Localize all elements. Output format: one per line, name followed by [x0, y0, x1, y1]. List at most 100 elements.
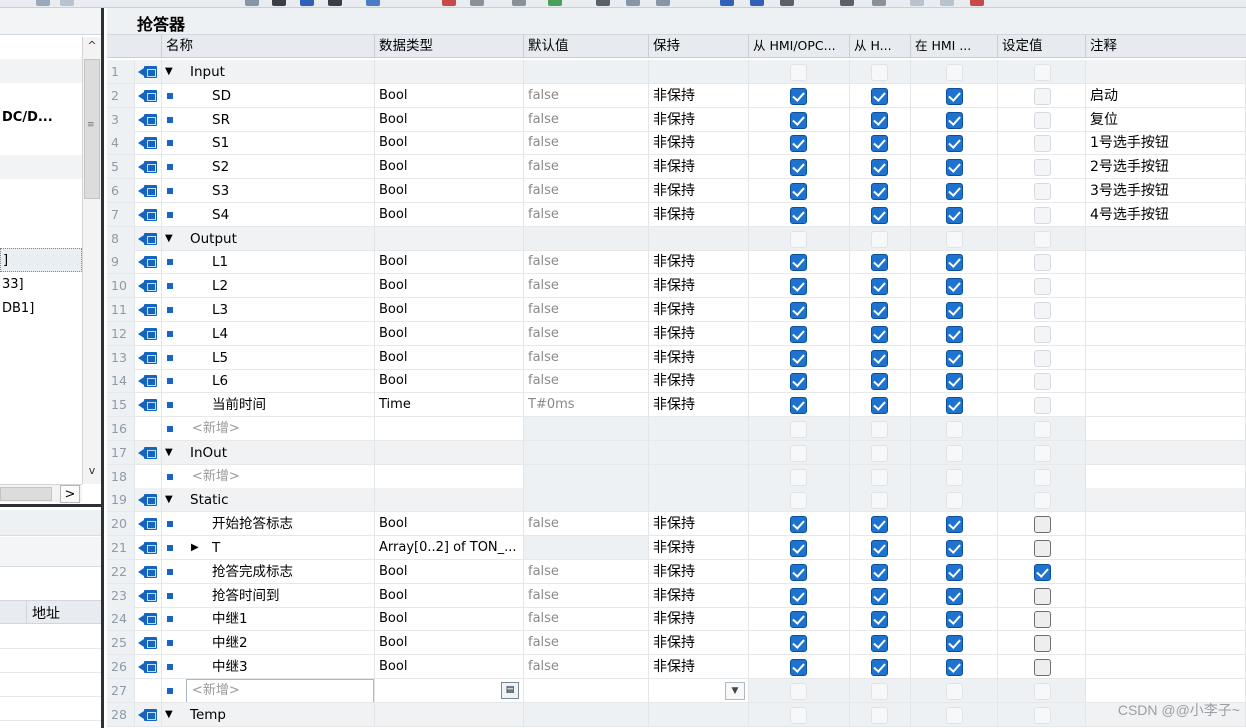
hmi-writable-checkbox[interactable] [871, 231, 888, 248]
comment-cell[interactable] [1086, 393, 1246, 417]
setpoint-checkbox[interactable] [1034, 231, 1051, 248]
hmi-visible-checkbox[interactable] [946, 564, 963, 581]
expand-down-icon[interactable]: ▼ [165, 227, 173, 250]
datatype-cell[interactable]: Bool [375, 84, 524, 108]
datatype-cell[interactable] [375, 60, 524, 84]
hmi-writable-checkbox[interactable] [871, 302, 888, 319]
default-value-cell[interactable]: false [524, 108, 649, 132]
default-value-cell[interactable] [524, 417, 649, 441]
toolbar-button[interactable] [596, 0, 610, 6]
hmi-opc-accessible-checkbox[interactable] [790, 659, 807, 676]
row-number[interactable]: 5 [107, 155, 135, 179]
toolbar-button[interactable] [626, 0, 640, 6]
datatype-cell[interactable]: Bool [375, 346, 524, 370]
setpoint-checkbox[interactable] [1034, 635, 1051, 652]
row-number[interactable]: 25 [107, 631, 135, 655]
column-header-datatype[interactable]: 数据类型 [375, 35, 524, 58]
hmi-visible-checkbox[interactable] [946, 469, 963, 486]
comment-cell[interactable] [1086, 227, 1246, 251]
toolbar-button[interactable] [60, 0, 74, 6]
setpoint-checkbox[interactable] [1034, 159, 1051, 176]
expand-down-icon[interactable]: ▼ [165, 441, 173, 464]
hmi-visible-checkbox[interactable] [946, 540, 963, 557]
retain-cell[interactable]: 非保持 [649, 631, 749, 655]
row-number[interactable]: 11 [107, 298, 135, 322]
default-value-cell[interactable] [524, 465, 649, 489]
default-value-cell[interactable]: T#0ms [524, 393, 649, 417]
retain-cell[interactable]: 非保持 [649, 512, 749, 536]
toolbar-button[interactable] [300, 0, 314, 6]
datatype-cell[interactable]: Bool [375, 298, 524, 322]
toolbar-button[interactable] [750, 0, 764, 6]
retain-cell[interactable]: 非保持 [649, 298, 749, 322]
toolbar-button[interactable] [36, 0, 50, 6]
row-number[interactable]: 4 [107, 131, 135, 155]
setpoint-checkbox[interactable] [1034, 88, 1051, 105]
retain-cell[interactable]: 非保持 [649, 560, 749, 584]
datatype-cell[interactable]: Bool [375, 250, 524, 274]
datatype-cell[interactable]: Bool [375, 131, 524, 155]
row-number[interactable]: 27 [107, 679, 135, 703]
default-value-cell[interactable]: false [524, 322, 649, 346]
comment-cell[interactable] [1086, 441, 1246, 465]
column-header-hmi-writable[interactable]: 从 H... [850, 35, 911, 58]
datatype-cell[interactable]: Bool [375, 322, 524, 346]
hmi-opc-accessible-checkbox[interactable] [790, 207, 807, 224]
comment-cell[interactable] [1086, 560, 1246, 584]
retain-cell[interactable]: 非保持 [649, 322, 749, 346]
tree-vertical-scrollbar[interactable]: ^ ≡ v [82, 37, 101, 484]
hmi-visible-checkbox[interactable] [946, 135, 963, 152]
setpoint-checkbox[interactable] [1034, 564, 1051, 581]
row-number[interactable]: 21 [107, 536, 135, 560]
hmi-opc-accessible-checkbox[interactable] [790, 254, 807, 271]
datatype-cell[interactable]: Bool [375, 203, 524, 227]
tree-item-selected[interactable]: ] [0, 248, 82, 272]
hmi-opc-accessible-checkbox[interactable] [790, 564, 807, 581]
row-number[interactable]: 9 [107, 250, 135, 274]
default-value-cell[interactable]: false [524, 155, 649, 179]
name-cell[interactable]: ▼ Input [162, 60, 375, 84]
scroll-thumb[interactable] [0, 487, 52, 501]
retain-cell[interactable] [649, 465, 749, 489]
table-row[interactable]: 12 L4 Bool false 非保持 [107, 322, 1246, 346]
column-header-setpoint[interactable]: 设定值 [998, 35, 1086, 58]
table-row[interactable]: 15 当前时间 Time T#0ms 非保持 [107, 393, 1246, 417]
hmi-writable-checkbox[interactable] [871, 88, 888, 105]
setpoint-checkbox[interactable] [1034, 278, 1051, 295]
datatype-cell[interactable]: Bool [375, 108, 524, 132]
hmi-opc-accessible-checkbox[interactable] [790, 492, 807, 509]
comment-cell[interactable] [1086, 346, 1246, 370]
retain-cell[interactable]: 非保持 [649, 131, 749, 155]
default-value-cell[interactable]: false [524, 607, 649, 631]
toolbar-button[interactable] [910, 0, 924, 6]
setpoint-checkbox[interactable] [1034, 516, 1051, 533]
hmi-visible-checkbox[interactable] [946, 326, 963, 343]
default-value-cell[interactable] [524, 227, 649, 251]
datatype-cell[interactable]: Bool [375, 584, 524, 608]
comment-cell[interactable] [1086, 60, 1246, 84]
hmi-visible-checkbox[interactable] [946, 183, 963, 200]
row-number[interactable]: 6 [107, 179, 135, 203]
tree-item[interactable] [0, 203, 82, 227]
panel-divider[interactable] [0, 504, 101, 507]
toolbar-button[interactable] [470, 0, 484, 6]
retain-cell[interactable] [649, 703, 749, 727]
setpoint-checkbox[interactable] [1034, 707, 1051, 724]
setpoint-checkbox[interactable] [1034, 469, 1051, 486]
setpoint-checkbox[interactable] [1034, 540, 1051, 557]
table-row[interactable]: 3 SR Bool false 非保持 复位 [107, 108, 1246, 132]
datatype-cell[interactable]: Bool [375, 179, 524, 203]
hmi-visible-checkbox[interactable] [946, 88, 963, 105]
datatype-cell[interactable] [375, 465, 524, 489]
tree-item[interactable] [0, 155, 82, 179]
table-row[interactable]: 25 中继2 Bool false 非保持 [107, 631, 1246, 655]
hmi-visible-checkbox[interactable] [946, 254, 963, 271]
name-cell[interactable]: ▼ InOut [162, 441, 375, 465]
retain-cell[interactable]: 非保持 [649, 369, 749, 393]
name-cell[interactable]: SD [162, 84, 375, 108]
hmi-visible-checkbox[interactable] [946, 159, 963, 176]
comment-cell[interactable] [1086, 607, 1246, 631]
datatype-cell[interactable]: Bool [375, 607, 524, 631]
toolbar-button[interactable] [272, 0, 286, 6]
comment-cell[interactable] [1086, 274, 1246, 298]
